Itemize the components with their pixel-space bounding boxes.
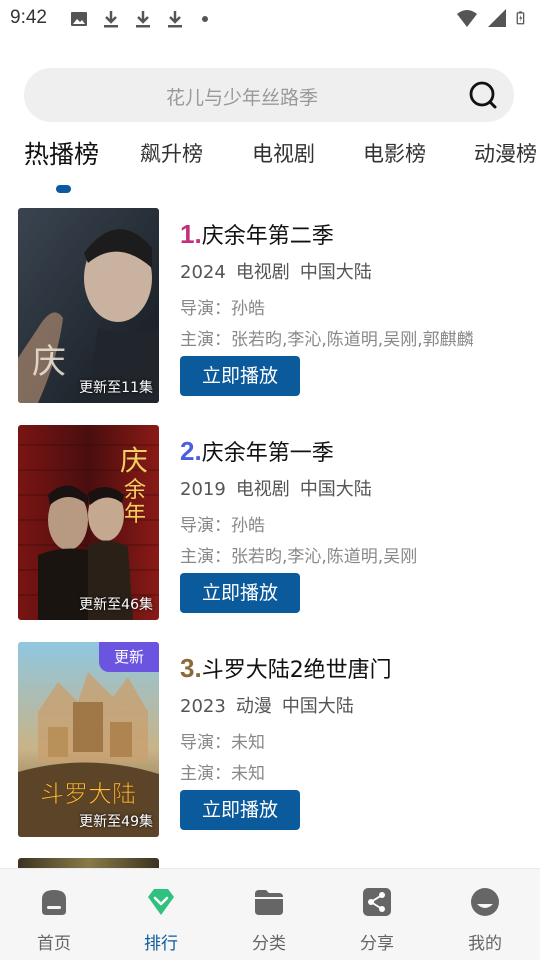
item-genre: 电视剧	[235, 262, 290, 283]
list-item[interactable]: 庆 更新至11集 1.庆余年第二季 2024 电视剧 中国大陆 导演：孙皓 主演：张…	[0, 208, 540, 404]
battery-icon	[516, 11, 525, 25]
item-meta: 2024 电视剧 中国大陆	[180, 258, 382, 284]
nav-label: 分类	[252, 934, 286, 954]
search-icon[interactable]	[468, 80, 498, 110]
svg-text:余: 余	[124, 478, 146, 503]
title-text: 庆余年第一季	[201, 441, 334, 466]
tab-movie[interactable]: 电影榜	[363, 138, 426, 168]
play-now-button[interactable]: 立即播放	[180, 356, 300, 396]
nav-label: 分享	[360, 934, 394, 954]
system-icons	[456, 7, 530, 29]
item-genre: 电视剧	[235, 479, 290, 500]
item-cast: 主演：未知	[180, 764, 265, 784]
item-cast: 主演：张若昀,李沁,陈道明,吴刚,郭麒麟	[180, 330, 474, 350]
item-year: 2019	[180, 479, 226, 500]
poster-art: 庆 余 年	[18, 425, 159, 620]
item-director: 导演：未知	[180, 733, 265, 753]
tab-rising[interactable]: 飙升榜	[140, 138, 203, 168]
list-item[interactable]: 斗罗大陆 更新 更新至49集 3.斗罗大陆2绝世唐门 2023 动漫 中国大陆 导演…	[0, 642, 540, 838]
update-label: 更新至49集	[79, 814, 153, 830]
download-icon	[136, 11, 150, 28]
share-icon	[363, 888, 391, 916]
image-icon	[71, 12, 87, 26]
item-year: 2023	[180, 696, 226, 717]
rank-number: 3.	[180, 653, 202, 683]
signal-icon	[488, 9, 506, 27]
rank-number: 1.	[180, 219, 202, 249]
item-region: 中国大陆	[299, 262, 372, 283]
download-icon	[168, 11, 182, 28]
item-cast: 主演：张若昀,李沁,陈道明,吴刚	[180, 547, 418, 567]
poster-art: 庆	[18, 208, 159, 403]
nav-home[interactable]: 首页	[0, 881, 108, 957]
list-item[interactable]: 庆 余 年 更新至46集 2.庆余年第一季 2019 电视剧 中国大陆 导演：孙皓 …	[0, 425, 540, 621]
tab-hot[interactable]: 热播榜	[24, 135, 99, 171]
item-year: 2024	[180, 262, 226, 283]
rank-number: 2.	[180, 436, 202, 466]
bottom-nav: 首页 排行 分类 分享 我的	[0, 868, 540, 960]
play-now-button[interactable]: 立即播放	[180, 573, 300, 613]
play-now-button[interactable]: 立即播放	[180, 790, 300, 830]
nav-label: 首页	[37, 934, 71, 954]
notification-icons	[68, 8, 208, 30]
update-label: 更新至11集	[79, 380, 153, 396]
status-bar: 9:42	[0, 0, 540, 36]
poster-image[interactable]: 庆 更新至11集	[18, 208, 159, 403]
title-text: 斗罗大陆2绝世唐门	[201, 658, 392, 683]
nav-label: 我的	[468, 934, 502, 954]
item-region: 中国大陆	[299, 479, 372, 500]
nav-share[interactable]: 分享	[323, 881, 431, 957]
tab-indicator	[56, 185, 71, 193]
nav-ranking[interactable]: 排行	[107, 881, 215, 957]
search-placeholder[interactable]: 花儿与少年丝路季	[24, 83, 460, 110]
title-text: 庆余年第二季	[201, 224, 334, 249]
nav-profile[interactable]: 我的	[431, 881, 539, 957]
svg-text:年: 年	[124, 502, 146, 527]
item-director: 导演：孙皓	[180, 299, 265, 319]
ranking-icon	[148, 889, 174, 915]
item-meta: 2023 动漫 中国大陆	[180, 692, 364, 718]
item-region: 中国大陆	[281, 696, 354, 717]
poster-image[interactable]: 斗罗大陆 更新 更新至49集	[18, 642, 159, 837]
update-label: 更新至46集	[79, 597, 153, 613]
item-title[interactable]: 1.庆余年第二季	[180, 218, 334, 250]
profile-icon	[471, 888, 499, 916]
search-bar[interactable]: 花儿与少年丝路季	[24, 68, 514, 122]
tab-anime[interactable]: 动漫榜	[474, 138, 537, 168]
item-title[interactable]: 2.庆余年第一季	[180, 435, 334, 467]
dot-icon	[202, 16, 208, 22]
item-genre: 动漫	[235, 696, 272, 717]
tab-tv[interactable]: 电视剧	[252, 138, 315, 168]
item-title[interactable]: 3.斗罗大陆2绝世唐门	[180, 652, 392, 684]
svg-text:斗罗大陆: 斗罗大陆	[40, 780, 136, 808]
wifi-icon	[457, 10, 477, 27]
item-director: 导演：孙皓	[180, 516, 265, 536]
update-badge: 更新	[99, 642, 159, 672]
nav-label: 排行	[144, 934, 178, 954]
poster-image[interactable]: 庆 余 年 更新至46集	[18, 425, 159, 620]
item-meta: 2019 电视剧 中国大陆	[180, 475, 382, 501]
status-time: 9:42	[10, 7, 47, 28]
nav-category[interactable]: 分类	[215, 881, 323, 957]
download-icon	[104, 11, 118, 28]
svg-text:庆: 庆	[120, 444, 148, 477]
folder-icon	[255, 890, 283, 915]
svg-text:庆: 庆	[32, 342, 66, 382]
home-icon	[42, 890, 66, 915]
ranking-tabs: 热播榜 飙升榜 电视剧 电影榜 动漫榜	[0, 138, 540, 198]
